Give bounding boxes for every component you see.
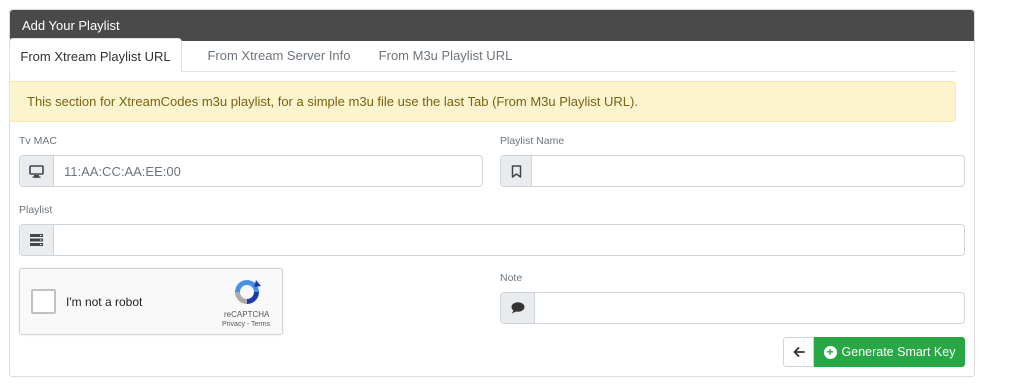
tab-xtream-server-info[interactable]: From Xtream Server Info xyxy=(194,38,364,72)
note-label: Note xyxy=(500,272,523,284)
generate-smart-key-button[interactable]: + Generate Smart Key xyxy=(814,337,965,367)
tv-mac-group xyxy=(19,155,483,187)
plus-circle-icon: + xyxy=(823,345,837,359)
recaptcha-logo-icon xyxy=(235,280,261,304)
server-icon xyxy=(20,225,54,255)
tab-bar: From Xtream Playlist URL From Xtream Ser… xyxy=(9,38,956,73)
arrow-left-icon xyxy=(793,347,805,357)
playlist-label: Playlist xyxy=(19,204,53,216)
playlist-group xyxy=(19,224,965,256)
playlist-name-label: Playlist Name xyxy=(500,135,565,147)
tab-m3u-playlist-url[interactable]: From M3u Playlist URL xyxy=(369,38,522,72)
note-input[interactable] xyxy=(535,293,964,323)
info-alert: This section for XtreamCodes m3u playlis… xyxy=(9,81,956,122)
generate-smart-key-label: Generate Smart Key xyxy=(841,345,956,359)
playlist-name-input[interactable] xyxy=(532,156,964,186)
tab-xtream-playlist-url[interactable]: From Xtream Playlist URL xyxy=(9,38,182,73)
playlist-input[interactable] xyxy=(54,225,964,255)
playlist-name-group xyxy=(500,155,965,187)
tv-mac-label: Tv MAC xyxy=(19,135,57,147)
recaptcha-links[interactable]: Privacy - Terms xyxy=(222,321,270,328)
comment-icon xyxy=(501,293,535,323)
recaptcha-widget: I'm not a robot reCAPTCHA Privacy - Term… xyxy=(19,268,283,335)
tv-mac-input[interactable] xyxy=(54,156,482,186)
recaptcha-label: I'm not a robot xyxy=(66,295,143,309)
bookmark-icon xyxy=(501,156,532,186)
back-button[interactable] xyxy=(783,337,814,367)
card-header-title: Add Your Playlist xyxy=(10,10,974,41)
recaptcha-checkbox[interactable] xyxy=(31,289,56,314)
note-group xyxy=(500,292,965,324)
monitor-icon xyxy=(20,156,54,186)
recaptcha-brand: reCAPTCHA xyxy=(224,310,270,319)
